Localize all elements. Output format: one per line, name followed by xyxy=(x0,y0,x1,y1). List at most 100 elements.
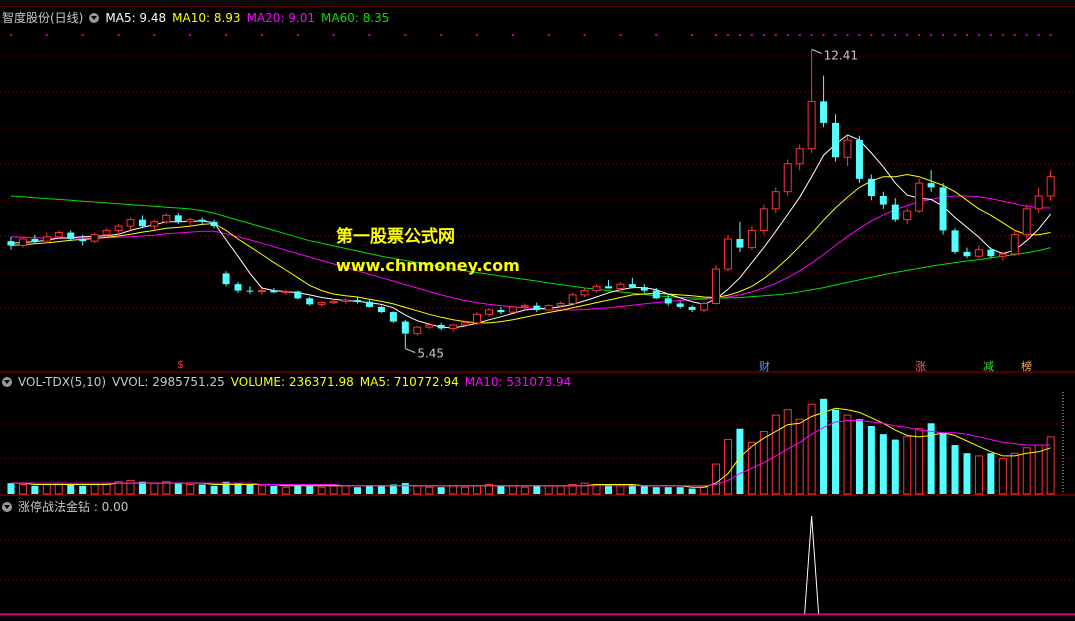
volume-bar xyxy=(664,487,672,494)
volume-bar xyxy=(915,428,924,495)
candle-body xyxy=(306,298,314,305)
volume-bar xyxy=(998,458,1007,495)
signal-dot xyxy=(786,34,789,36)
candle-body xyxy=(234,284,242,291)
signal-dot xyxy=(762,34,765,36)
volume-bar xyxy=(449,485,458,495)
signal-dot xyxy=(750,34,753,36)
signal-dot xyxy=(81,34,84,36)
candle-body xyxy=(664,298,672,304)
candle-body xyxy=(533,305,541,310)
stock-chart[interactable]: 12.41 5.45 xyxy=(0,0,1075,621)
candle-body xyxy=(174,215,182,222)
candle-body xyxy=(903,210,912,221)
signal-dot xyxy=(1049,34,1052,36)
candle-body xyxy=(568,294,577,304)
volume-bar xyxy=(306,485,314,494)
candle-body xyxy=(246,290,254,292)
volume-bar xyxy=(855,419,863,494)
volume-bar xyxy=(879,434,887,494)
event-marker-ranking[interactable]: 榜 xyxy=(1021,358,1032,374)
volume-bar xyxy=(891,439,899,494)
candle-body xyxy=(222,273,230,285)
candle-body xyxy=(341,299,350,302)
low-price-label: 5.45 xyxy=(417,347,444,361)
volume-bar xyxy=(951,445,959,494)
signal-dot xyxy=(858,34,861,36)
indicator-spike xyxy=(804,515,820,615)
volume-bar xyxy=(186,483,195,495)
watermark-title: 第一股票公式网 xyxy=(336,227,455,247)
volume-bar xyxy=(712,463,721,495)
candle-body xyxy=(580,290,589,296)
volume-bar xyxy=(413,485,422,495)
signal-dot xyxy=(9,34,12,36)
signal-dot xyxy=(870,34,873,36)
signal-dot xyxy=(440,34,443,36)
candle-body xyxy=(867,178,875,196)
candle-body xyxy=(628,284,636,288)
candle-body xyxy=(42,236,51,242)
event-marker-limit-up[interactable]: 涨 xyxy=(915,358,926,374)
signal-dot xyxy=(511,34,514,36)
candle-body xyxy=(126,219,135,227)
signal-dot xyxy=(977,34,980,36)
candle-body xyxy=(354,300,362,302)
volume-bar xyxy=(294,485,302,494)
candle-body xyxy=(951,230,959,252)
volume-bar xyxy=(544,485,553,495)
candle-body xyxy=(640,287,648,291)
candle-body xyxy=(317,302,326,305)
signal-dot xyxy=(942,34,945,36)
candle-body xyxy=(974,249,983,257)
signal-dot xyxy=(726,34,729,36)
event-marker-reduce[interactable]: 减 xyxy=(983,358,994,374)
candle-body xyxy=(67,232,75,239)
volume-bar xyxy=(497,485,505,494)
candle-body xyxy=(473,313,482,324)
candle-body xyxy=(198,219,206,222)
signal-dot xyxy=(822,34,825,36)
volume-bar xyxy=(377,485,385,494)
volume-bar xyxy=(508,485,517,495)
volume-bar xyxy=(963,453,971,494)
volume-bar xyxy=(31,485,39,494)
volume-bar xyxy=(67,484,75,494)
candle-body xyxy=(1034,195,1043,210)
event-marker-finance[interactable]: 财 xyxy=(759,358,770,374)
volume-bar xyxy=(795,418,804,495)
volume-bar xyxy=(580,482,589,495)
candle-body xyxy=(759,208,768,231)
candle-body xyxy=(377,306,385,313)
candle-body xyxy=(365,301,373,307)
candle-body xyxy=(270,290,278,293)
candle-body xyxy=(987,249,995,257)
candle-body xyxy=(210,221,218,227)
signal-dot xyxy=(798,34,801,36)
candle-body xyxy=(508,306,517,313)
candle-body xyxy=(927,183,935,188)
volume-bar xyxy=(473,485,482,495)
candle-body xyxy=(592,285,601,292)
signal-dot xyxy=(1001,34,1004,36)
volume-bar xyxy=(652,487,660,494)
high-price-label: 12.41 xyxy=(824,48,858,62)
candle-body xyxy=(820,101,828,123)
signal-dot xyxy=(260,34,263,36)
volume-bar xyxy=(688,488,696,494)
candle-body xyxy=(1010,234,1019,255)
ma5-line xyxy=(10,134,1051,329)
volume-bar xyxy=(425,486,434,495)
candle-body xyxy=(652,290,660,299)
volume-bar xyxy=(174,483,182,494)
candle-body xyxy=(783,163,792,193)
candle-body xyxy=(676,303,684,307)
candle-body xyxy=(329,300,338,304)
event-marker-dollar[interactable]: $ xyxy=(177,358,184,371)
volume-bar xyxy=(723,439,732,495)
candle-body xyxy=(544,305,553,311)
signal-dot xyxy=(45,34,48,36)
low-pointer xyxy=(405,348,416,354)
candle-body xyxy=(90,234,99,242)
signal-dot xyxy=(1037,34,1040,36)
